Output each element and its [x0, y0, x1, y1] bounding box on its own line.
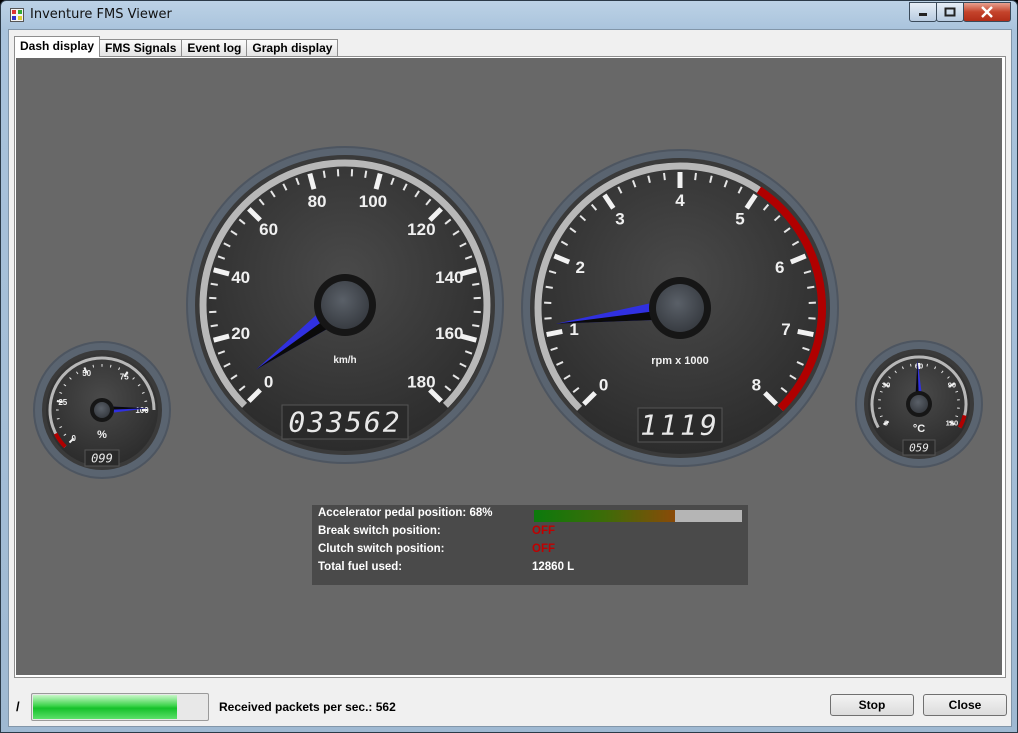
temperature-hub [910, 395, 928, 413]
close-button[interactable]: Close [923, 694, 1007, 716]
minimize-icon [919, 13, 927, 16]
fuel-minor-tick [56, 417, 60, 420]
speedometer-tick-label: 60 [259, 220, 278, 239]
tachometer-gauge: 012345678rpm x 10001119 [521, 149, 839, 467]
accelerator-bar [534, 510, 742, 522]
tab-graph-display[interactable]: Graph display [246, 39, 339, 57]
maximize-button[interactable] [936, 2, 964, 22]
app-window: Inventure FMS Viewer Dash display FMS Si… [0, 0, 1018, 733]
tachometer-minor-tick [808, 317, 816, 320]
tachometer-hub [656, 284, 704, 332]
temperature-tick-label: 30 [882, 381, 890, 390]
tachometer-major-tick [546, 328, 563, 337]
fuel-tick-label: 75 [120, 373, 129, 382]
tab-strip: Dash display FMS Signals Event log Graph… [14, 36, 339, 57]
maximize-icon [944, 7, 956, 17]
dash-tab-panel: 0 20 40 60 80 100 120 140 160 180 km/h 033562 0 1 2 3 4 5… [14, 56, 1006, 678]
tachometer-minor-tick [663, 172, 666, 181]
fuel-gauge: 0 25 50 75 100% 099 [33, 341, 171, 479]
speedometer-tick-label: 120 [407, 220, 435, 239]
temperature-display-value: 059 [909, 442, 929, 455]
clutch-label: Clutch switch position: [318, 543, 445, 555]
tachometer-tick-label: 7 [781, 320, 790, 339]
temperature-gauge: 0 30 60 90 120 °C 059 [855, 340, 983, 468]
tachometer-minor-tick [694, 172, 697, 181]
speedometer-tick-label: 20 [231, 324, 250, 343]
temperature-tick-label: 90 [948, 381, 956, 390]
temperature-tick-label: 60 [915, 362, 923, 371]
tachometer-tick-label: 4 [675, 191, 685, 210]
break-value: OFF [532, 525, 555, 537]
fuel-hub [94, 402, 110, 418]
speedometer-minor-tick [210, 324, 218, 328]
tachometer-tick-label: 8 [752, 375, 761, 394]
title-bar[interactable]: Inventure FMS Viewer [1, 1, 1017, 29]
fuel-tick-label: 0 [71, 434, 76, 443]
speedometer-minor-tick [472, 282, 480, 286]
fuel-minor-tick [109, 364, 112, 368]
accelerator-label: Accelerator pedal position: 68% [318, 507, 493, 519]
activity-indicator: / [16, 699, 20, 714]
speedometer-minor-tick [322, 170, 326, 178]
speedometer-display-value: 033562 [288, 406, 401, 439]
close-window-button[interactable] [963, 2, 1011, 22]
accelerator-bar-fill [534, 510, 676, 522]
tachometer-tick-label: 0 [599, 375, 608, 394]
fuel-minor-tick [92, 364, 95, 368]
client-area: Dash display FMS Signals Event log Graph… [8, 29, 1012, 727]
temperature-tick-label: 120 [946, 419, 959, 428]
temperature-unit-label: °C [913, 423, 925, 435]
packet-progress-fill [33, 695, 178, 719]
tachometer-minor-tick [807, 285, 815, 289]
temperature-minor-tick [909, 363, 912, 367]
fuel-tick-label: 50 [82, 369, 91, 378]
speedometer-hub [321, 281, 369, 329]
speedometer-tick-label: 180 [407, 372, 435, 391]
tab-fms-signals[interactable]: FMS Signals [99, 39, 183, 57]
speedometer-tick-label: 0 [264, 372, 273, 391]
app-icon [10, 8, 24, 22]
stop-button[interactable]: Stop [830, 694, 914, 716]
temperature-minor-tick [926, 363, 929, 367]
speedometer-tick-label: 160 [435, 324, 463, 343]
tab-dash-display[interactable]: Dash display [14, 36, 101, 57]
clutch-value: OFF [532, 543, 555, 555]
speedometer-tick-label: 80 [308, 192, 327, 211]
break-label: Break switch position: [318, 525, 441, 537]
tachometer-tick-label: 6 [775, 258, 784, 277]
tachometer-tick-label: 2 [575, 258, 584, 277]
fuel-tick-label: 100 [135, 406, 149, 415]
tachometer-minor-tick [545, 285, 553, 289]
speedometer-tick-label: 40 [231, 268, 250, 287]
fuel-unit-label: % [97, 429, 107, 441]
info-panel: Accelerator pedal position: 68% Break sw… [312, 505, 748, 585]
tab-event-log[interactable]: Event log [181, 39, 248, 57]
speedometer-minor-tick [472, 324, 480, 328]
packets-per-sec-text: Received packets per sec.: 562 [219, 700, 396, 714]
tachometer-display-value: 1119 [640, 409, 719, 442]
speedometer-tick-label: 100 [359, 192, 387, 211]
fuel-minor-tick [144, 400, 148, 403]
tachometer-unit-label: rpm x 1000 [651, 355, 708, 367]
fuel-display-value: 099 [91, 451, 113, 465]
dashboard: 0 20 40 60 80 100 120 140 160 180 km/h 033562 0 1 2 3 4 5… [16, 58, 1002, 675]
speedometer-unit-label: km/h [333, 355, 356, 366]
speedometer-tick-label: 140 [435, 268, 463, 287]
tachometer-tick-label: 5 [735, 209, 744, 228]
fuel-used-label: Total fuel used: [318, 561, 403, 573]
fuel-used-value: 12860 L [532, 561, 575, 573]
speedometer-minor-tick [210, 282, 218, 286]
speedometer-gauge: 0 20 40 60 80 100 120 140 160 180 km/h 033562 [186, 146, 504, 464]
speedometer-minor-tick [364, 170, 368, 178]
tachometer-major-tick [797, 328, 814, 337]
close-icon [981, 6, 993, 18]
fuel-tick-label: 25 [58, 398, 67, 407]
packet-progress-bar [31, 693, 209, 721]
tachometer-tick-label: 3 [615, 209, 624, 228]
window-title: Inventure FMS Viewer [30, 7, 172, 22]
temperature-tick-label: 0 [884, 419, 888, 428]
minimize-button[interactable] [909, 2, 937, 22]
tachometer-minor-tick [544, 317, 552, 320]
